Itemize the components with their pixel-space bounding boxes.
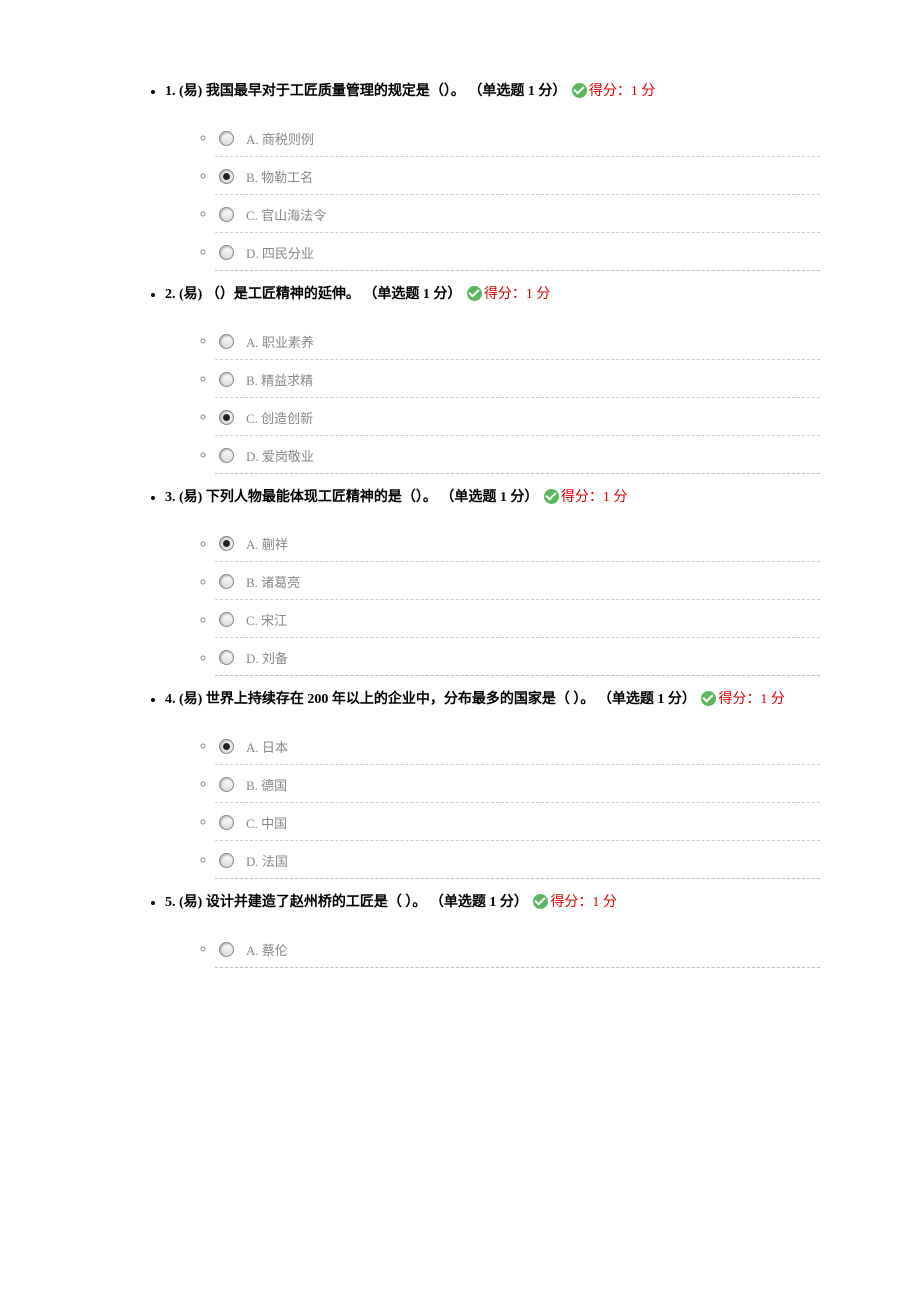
option-item: C. 创造创新 bbox=[215, 398, 820, 436]
correct-icon bbox=[467, 286, 482, 301]
radio-icon[interactable] bbox=[219, 536, 234, 551]
radio-icon[interactable] bbox=[219, 245, 234, 260]
option-label: D. 四民分业 bbox=[246, 246, 314, 261]
radio-icon[interactable] bbox=[219, 207, 234, 222]
option-item: B. 德国 bbox=[215, 765, 820, 803]
option-item: D. 法国 bbox=[215, 841, 820, 879]
option-label: C. 中国 bbox=[246, 816, 287, 831]
question-list: 1. (易) 我国最早对于工匠质量管理的规定是（）。 （单选题 1 分） 得分：… bbox=[140, 80, 820, 968]
radio-icon[interactable] bbox=[219, 334, 234, 349]
score-label: 得分：1 分 bbox=[589, 84, 656, 99]
radio-icon[interactable] bbox=[219, 410, 234, 425]
correct-icon bbox=[544, 489, 559, 504]
score-label: 得分：1 分 bbox=[561, 490, 628, 505]
option-label: A. 职业素养 bbox=[246, 335, 314, 350]
option-label: D. 法国 bbox=[246, 854, 288, 869]
option-label: A. 蔡伦 bbox=[246, 943, 288, 958]
option-label: A. 蒯祥 bbox=[246, 537, 288, 552]
correct-icon bbox=[572, 83, 587, 98]
score-label: 得分：1 分 bbox=[484, 287, 551, 302]
option-label: B. 精益求精 bbox=[246, 373, 313, 388]
question-text: 4. (易) 世界上持续存在 200 年以上的企业中，分布最多的国家是（ ）。 … bbox=[165, 688, 820, 712]
radio-icon[interactable] bbox=[219, 739, 234, 754]
correct-icon bbox=[701, 691, 716, 706]
question-text: 1. (易) 我国最早对于工匠质量管理的规定是（）。 （单选题 1 分） 得分：… bbox=[165, 80, 820, 104]
option-label: D. 刘备 bbox=[246, 651, 288, 666]
option-item: C. 宋江 bbox=[215, 600, 820, 638]
question-item: 4. (易) 世界上持续存在 200 年以上的企业中，分布最多的国家是（ ）。 … bbox=[165, 688, 820, 879]
question-item: 2. (易) （）是工匠精神的延伸。 （单选题 1 分） 得分：1 分 A. 职业… bbox=[165, 283, 820, 474]
option-item: D. 爱岗敬业 bbox=[215, 436, 820, 474]
option-label: A. 日本 bbox=[246, 740, 288, 755]
option-label: C. 宋江 bbox=[246, 613, 287, 628]
question-stem: 5. (易) 设计并建造了赵州桥的工匠是（ ）。 （单选题 1 分） bbox=[165, 895, 531, 910]
option-list: A. 蒯祥 B. 诸葛亮 C. 宋江 D. 刘备 bbox=[165, 524, 820, 676]
radio-icon[interactable] bbox=[219, 942, 234, 957]
question-text: 5. (易) 设计并建造了赵州桥的工匠是（ ）。 （单选题 1 分） 得分：1 … bbox=[165, 891, 820, 915]
correct-icon bbox=[533, 894, 548, 909]
question-item: 3. (易) 下列人物最能体现工匠精神的是（）。 （单选题 1 分） 得分：1 … bbox=[165, 486, 820, 677]
option-item: C. 官山海法令 bbox=[215, 195, 820, 233]
question-stem: 4. (易) 世界上持续存在 200 年以上的企业中，分布最多的国家是（ ）。 … bbox=[165, 692, 699, 707]
option-list: A. 蔡伦 bbox=[165, 930, 820, 968]
option-item: A. 蔡伦 bbox=[215, 930, 820, 968]
option-list: A. 商税则例 B. 物勒工名 C. 官山海法令 D. 四民分业 bbox=[165, 119, 820, 271]
radio-icon[interactable] bbox=[219, 574, 234, 589]
option-item: A. 日本 bbox=[215, 727, 820, 765]
radio-icon[interactable] bbox=[219, 815, 234, 830]
question-text: 3. (易) 下列人物最能体现工匠精神的是（）。 （单选题 1 分） 得分：1 … bbox=[165, 486, 820, 510]
option-item: A. 商税则例 bbox=[215, 119, 820, 157]
question-item: 1. (易) 我国最早对于工匠质量管理的规定是（）。 （单选题 1 分） 得分：… bbox=[165, 80, 820, 271]
option-label: B. 物勒工名 bbox=[246, 170, 313, 185]
radio-icon[interactable] bbox=[219, 372, 234, 387]
radio-icon[interactable] bbox=[219, 448, 234, 463]
option-item: C. 中国 bbox=[215, 803, 820, 841]
option-item: D. 刘备 bbox=[215, 638, 820, 676]
question-item: 5. (易) 设计并建造了赵州桥的工匠是（ ）。 （单选题 1 分） 得分：1 … bbox=[165, 891, 820, 968]
score-label: 得分：1 分 bbox=[550, 895, 617, 910]
question-stem: 1. (易) 我国最早对于工匠质量管理的规定是（）。 （单选题 1 分） bbox=[165, 84, 570, 99]
option-item: A. 职业素养 bbox=[215, 322, 820, 360]
radio-icon[interactable] bbox=[219, 853, 234, 868]
option-item: B. 诸葛亮 bbox=[215, 562, 820, 600]
question-stem: 3. (易) 下列人物最能体现工匠精神的是（）。 （单选题 1 分） bbox=[165, 490, 542, 505]
option-label: C. 创造创新 bbox=[246, 411, 313, 426]
option-item: D. 四民分业 bbox=[215, 233, 820, 271]
option-list: A. 日本 B. 德国 C. 中国 D. 法国 bbox=[165, 727, 820, 879]
radio-icon[interactable] bbox=[219, 777, 234, 792]
option-label: C. 官山海法令 bbox=[246, 208, 326, 223]
option-label: D. 爱岗敬业 bbox=[246, 449, 314, 464]
option-label: B. 诸葛亮 bbox=[246, 575, 300, 590]
radio-icon[interactable] bbox=[219, 131, 234, 146]
option-label: A. 商税则例 bbox=[246, 132, 314, 147]
option-item: A. 蒯祥 bbox=[215, 524, 820, 562]
option-item: B. 精益求精 bbox=[215, 360, 820, 398]
radio-icon[interactable] bbox=[219, 169, 234, 184]
radio-icon[interactable] bbox=[219, 612, 234, 627]
option-item: B. 物勒工名 bbox=[215, 157, 820, 195]
score-label: 得分：1 分 bbox=[718, 692, 785, 707]
option-list: A. 职业素养 B. 精益求精 C. 创造创新 D. 爱岗敬业 bbox=[165, 322, 820, 474]
option-label: B. 德国 bbox=[246, 778, 287, 793]
question-stem: 2. (易) （）是工匠精神的延伸。 （单选题 1 分） bbox=[165, 287, 465, 302]
radio-icon[interactable] bbox=[219, 650, 234, 665]
question-text: 2. (易) （）是工匠精神的延伸。 （单选题 1 分） 得分：1 分 bbox=[165, 283, 820, 307]
